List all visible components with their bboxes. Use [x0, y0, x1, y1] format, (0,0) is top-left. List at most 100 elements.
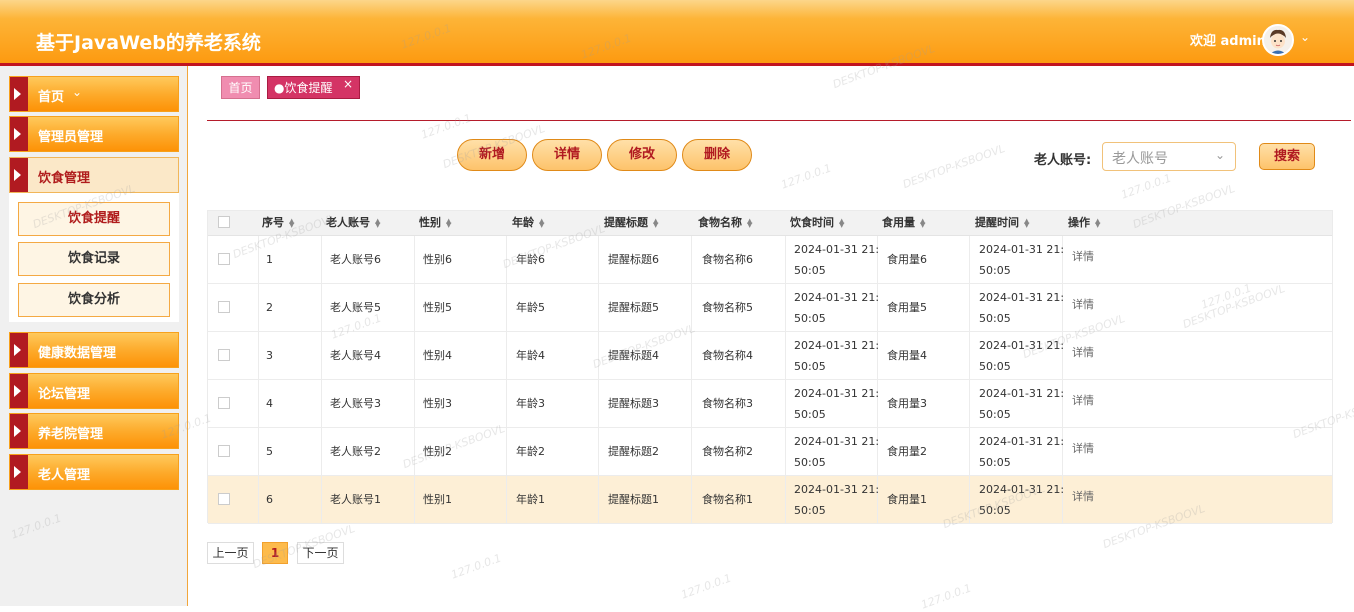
account-select[interactable]: 老人账号 ⌄	[1102, 142, 1236, 171]
table-cell: 2024-01-31 21: 50:05	[979, 380, 1064, 427]
column-header[interactable]: 提醒时间 ▲ ▼	[975, 211, 1029, 236]
datetime-time: 50:05	[794, 312, 826, 325]
column-header[interactable]: 提醒标题 ▲ ▼	[604, 211, 658, 236]
page-1-button[interactable]: 1	[262, 542, 288, 564]
datetime-date: 2024-01-31 21:	[979, 483, 1065, 496]
column-header[interactable]: 操作 ▲ ▼	[1068, 211, 1100, 236]
row-detail-link[interactable]: 详情	[1072, 332, 1094, 379]
select-all-checkbox[interactable]	[218, 216, 230, 228]
sidebar-item-label: 管理员管理	[38, 130, 104, 145]
table-cell: 食物名称2	[702, 445, 753, 458]
table-row[interactable]: 5 老人账号2 性别2 年龄2 提醒标题2 食物名称2 2024-01-31 21: 50:0…	[208, 428, 1332, 476]
table-row[interactable]: 2 老人账号5 性别5 年龄5 提醒标题5 食物名称5 2024-01-31 21: 50:0…	[208, 284, 1332, 332]
column-header[interactable]: 食用量 ▲ ▼	[882, 211, 925, 236]
chevron-down-icon: ⌄	[1215, 148, 1226, 162]
table-cell: 2024-01-31 21: 50:05	[794, 476, 879, 523]
row-checkbox[interactable]	[218, 301, 230, 313]
row-detail-link[interactable]: 详情	[1072, 476, 1094, 523]
column-divider	[691, 380, 692, 427]
column-divider	[506, 332, 507, 379]
column-header[interactable]: 老人账号 ▲ ▼	[326, 211, 380, 236]
table-cell: 2024-01-31 21: 50:05	[979, 428, 1064, 475]
sidebar-item-nursing-home[interactable]: 养老院管理	[9, 413, 179, 449]
table-row[interactable]: 3 老人账号4 性别4 年龄4 提醒标题4 食物名称4 2024-01-31 21: 50:0…	[208, 332, 1332, 380]
table-cell: 食用量5	[887, 301, 927, 314]
column-header[interactable]: 序号 ▲ ▼	[262, 211, 294, 236]
row-detail-link[interactable]: 详情	[1072, 284, 1094, 331]
next-page-button[interactable]: 下一页	[297, 542, 344, 564]
column-header[interactable]: 性别 ▲ ▼	[419, 211, 451, 236]
row-checkbox[interactable]	[218, 253, 230, 265]
diet-submenu: 饮食提醒 饮食记录 饮食分析	[9, 193, 179, 322]
datetime-time: 50:05	[979, 360, 1011, 373]
detail-button[interactable]: 详情	[532, 139, 602, 171]
column-divider	[321, 236, 322, 283]
table-row[interactable]: 4 老人账号3 性别3 年龄3 提醒标题3 食物名称3 2024-01-31 21: 50:0…	[208, 380, 1332, 428]
delete-button[interactable]: 删除	[682, 139, 752, 171]
prev-page-button[interactable]: 上一页	[207, 542, 254, 564]
datetime-date: 2024-01-31 21:	[794, 291, 880, 304]
sidebar-item-forum[interactable]: 论坛管理	[9, 373, 179, 409]
sidebar-item-health[interactable]: 健康数据管理	[9, 332, 179, 368]
column-header[interactable]: 年龄 ▲ ▼	[512, 211, 544, 236]
table-cell: 提醒标题6	[608, 253, 659, 266]
column-divider	[969, 380, 970, 427]
table-cell: 食物名称6	[702, 253, 753, 266]
search-button[interactable]: 搜索	[1259, 143, 1315, 170]
column-header[interactable]: 饮食时间 ▲ ▼	[790, 211, 844, 236]
table-row[interactable]: 6 老人账号1 性别1 年龄1 提醒标题1 食物名称1 2024-01-31 21: 50:0…	[208, 476, 1332, 524]
row-checkbox[interactable]	[218, 493, 230, 505]
column-divider	[258, 476, 259, 523]
avatar[interactable]	[1262, 24, 1294, 56]
row-detail-link[interactable]: 详情	[1072, 380, 1094, 427]
table-cell: 2024-01-31 21: 50:05	[979, 284, 1064, 331]
sidebar-item-admin[interactable]: 管理员管理	[9, 116, 179, 152]
sort-icon: ▲ ▼	[747, 217, 753, 229]
sidebar-item-label: 养老院管理	[38, 427, 104, 442]
row-detail-link[interactable]: 详情	[1072, 428, 1094, 475]
table-cell: 2024-01-31 21: 50:05	[979, 332, 1064, 379]
sort-icon: ▲ ▼	[539, 217, 545, 229]
row-checkbox[interactable]	[218, 397, 230, 409]
select-placeholder: 老人账号	[1112, 151, 1168, 167]
watermark-text: 127.0.0.1	[1119, 171, 1174, 202]
sort-icon: ▲ ▼	[653, 217, 659, 229]
datetime-date: 2024-01-31 21:	[794, 339, 880, 352]
column-divider	[598, 284, 599, 331]
table-cell: 老人账号1	[330, 493, 381, 506]
edit-button[interactable]: 修改	[607, 139, 677, 171]
app-title: 基于JavaWeb的养老系统	[36, 32, 261, 54]
column-divider	[414, 428, 415, 475]
caret-right-icon	[10, 158, 28, 192]
row-detail-link[interactable]: 详情	[1072, 236, 1094, 283]
column-divider	[598, 380, 599, 427]
column-divider	[414, 236, 415, 283]
sidebar-item-diet[interactable]: 饮食管理	[9, 157, 179, 193]
chevron-down-icon[interactable]: ⌄	[1300, 30, 1310, 44]
close-icon[interactable]: ×	[343, 73, 353, 95]
caret-right-icon	[10, 333, 28, 367]
add-button[interactable]: 新增	[457, 139, 527, 171]
row-checkbox[interactable]	[218, 445, 230, 457]
submenu-diet-record[interactable]: 饮食记录	[18, 242, 170, 276]
sidebar-item-elderly[interactable]: 老人管理	[9, 454, 179, 490]
submenu-diet-reminder[interactable]: 饮食提醒	[18, 202, 170, 236]
row-checkbox[interactable]	[218, 349, 230, 361]
sidebar-item-label: 饮食管理	[38, 171, 91, 186]
datetime-time: 50:05	[794, 456, 826, 469]
submenu-diet-analysis[interactable]: 饮食分析	[18, 283, 170, 317]
sidebar-item-home[interactable]: 首页 ⌄	[9, 76, 179, 112]
column-header[interactable]: 食物名称 ▲ ▼	[698, 211, 752, 236]
datetime-date: 2024-01-31 21:	[979, 387, 1065, 400]
tab-home[interactable]: 首页	[221, 76, 260, 99]
table-cell: 年龄1	[516, 493, 545, 506]
table-cell: 2024-01-31 21: 50:05	[979, 236, 1064, 283]
table-row[interactable]: 1 老人账号6 性别6 年龄6 提醒标题6 食物名称6 2024-01-31 21: 50:0…	[208, 236, 1332, 284]
column-divider	[691, 428, 692, 475]
column-divider	[321, 476, 322, 523]
column-divider	[598, 236, 599, 283]
table-cell: 年龄5	[516, 301, 545, 314]
tab-diet-reminder[interactable]: ●饮食提醒 ×	[267, 76, 360, 99]
column-divider	[785, 332, 786, 379]
table-cell: 性别5	[423, 301, 452, 314]
